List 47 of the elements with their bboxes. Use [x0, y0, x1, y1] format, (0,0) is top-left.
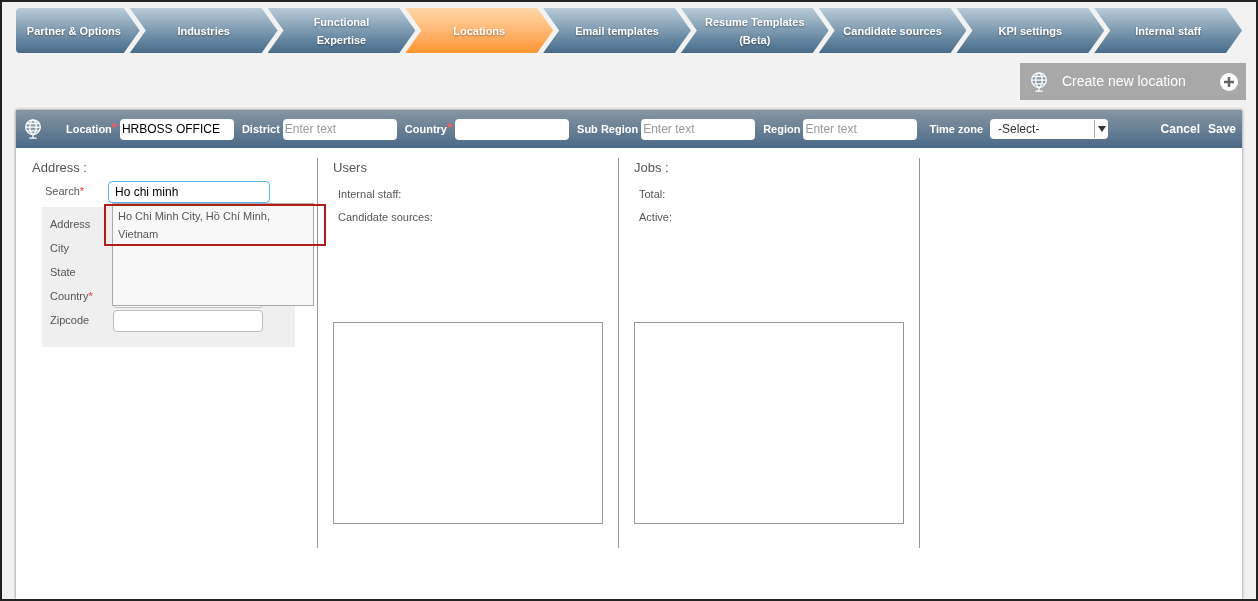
required-mark: *	[447, 120, 453, 134]
suggestion-item[interactable]: Ho Chi Minh City, Hồ Chí Minh, Vietnam	[104, 204, 326, 246]
field-label: Region	[763, 121, 801, 137]
stat-label: Candidate sources:	[338, 210, 434, 225]
toolbar-link[interactable]: Cancel	[1160, 120, 1200, 138]
required-mark: *	[88, 289, 93, 305]
text-field[interactable]	[113, 309, 263, 332]
text-field[interactable]: HRBOSS OFFICE	[119, 118, 234, 140]
timezone-select[interactable]: -Select-	[990, 119, 1109, 139]
step-tab[interactable]: Internal staff	[1094, 8, 1243, 53]
create-location-button[interactable]: Create new location	[1020, 63, 1246, 100]
plus-icon	[1220, 72, 1238, 91]
field-label: State	[50, 265, 76, 281]
required-mark: *	[79, 184, 85, 200]
toolbar-link[interactable]: Save	[1207, 120, 1236, 138]
step-tab[interactable]: KPI settings	[956, 8, 1105, 53]
field-label: Country	[50, 289, 89, 305]
field-label: Sub Region	[577, 121, 639, 137]
globe-icon	[1028, 70, 1050, 93]
step-tab[interactable]: Resume Templates (Beta)	[680, 8, 829, 53]
stat-label: Internal staff:	[338, 186, 403, 202]
field-label: District	[241, 121, 280, 137]
step-tab[interactable]: Candidate sources	[818, 8, 967, 53]
step-tab[interactable]: Email templates	[543, 8, 691, 53]
step-tab[interactable]: Functional Expertise	[267, 8, 416, 53]
caret-icon	[1094, 120, 1109, 138]
text-field[interactable]: Enter text	[803, 118, 918, 140]
field-label: City	[50, 241, 69, 257]
search-field[interactable]: Ho chi minh	[108, 180, 270, 203]
stat-label: Active:	[639, 210, 673, 225]
text-field[interactable]: Enter text	[282, 118, 397, 140]
section-title: Jobs :	[634, 159, 670, 177]
field-label: Address	[50, 217, 91, 233]
field-label: Country	[404, 121, 447, 137]
step-tab[interactable]: Partner & Options	[16, 8, 140, 53]
field-label: Zipcode	[50, 313, 90, 329]
section-title: Users	[333, 159, 368, 177]
field-label: Time zone	[929, 121, 984, 137]
section-title: Address :	[32, 159, 88, 177]
step-tab[interactable]: Industries	[129, 8, 278, 53]
globe-icon	[22, 118, 44, 140]
field-label: Search	[45, 184, 80, 200]
text-field[interactable]: Enter text	[641, 118, 756, 140]
required-mark: *	[111, 120, 117, 134]
field-label: Location	[66, 121, 112, 137]
stat-label: Total:	[639, 186, 667, 202]
text-field[interactable]	[455, 118, 570, 140]
